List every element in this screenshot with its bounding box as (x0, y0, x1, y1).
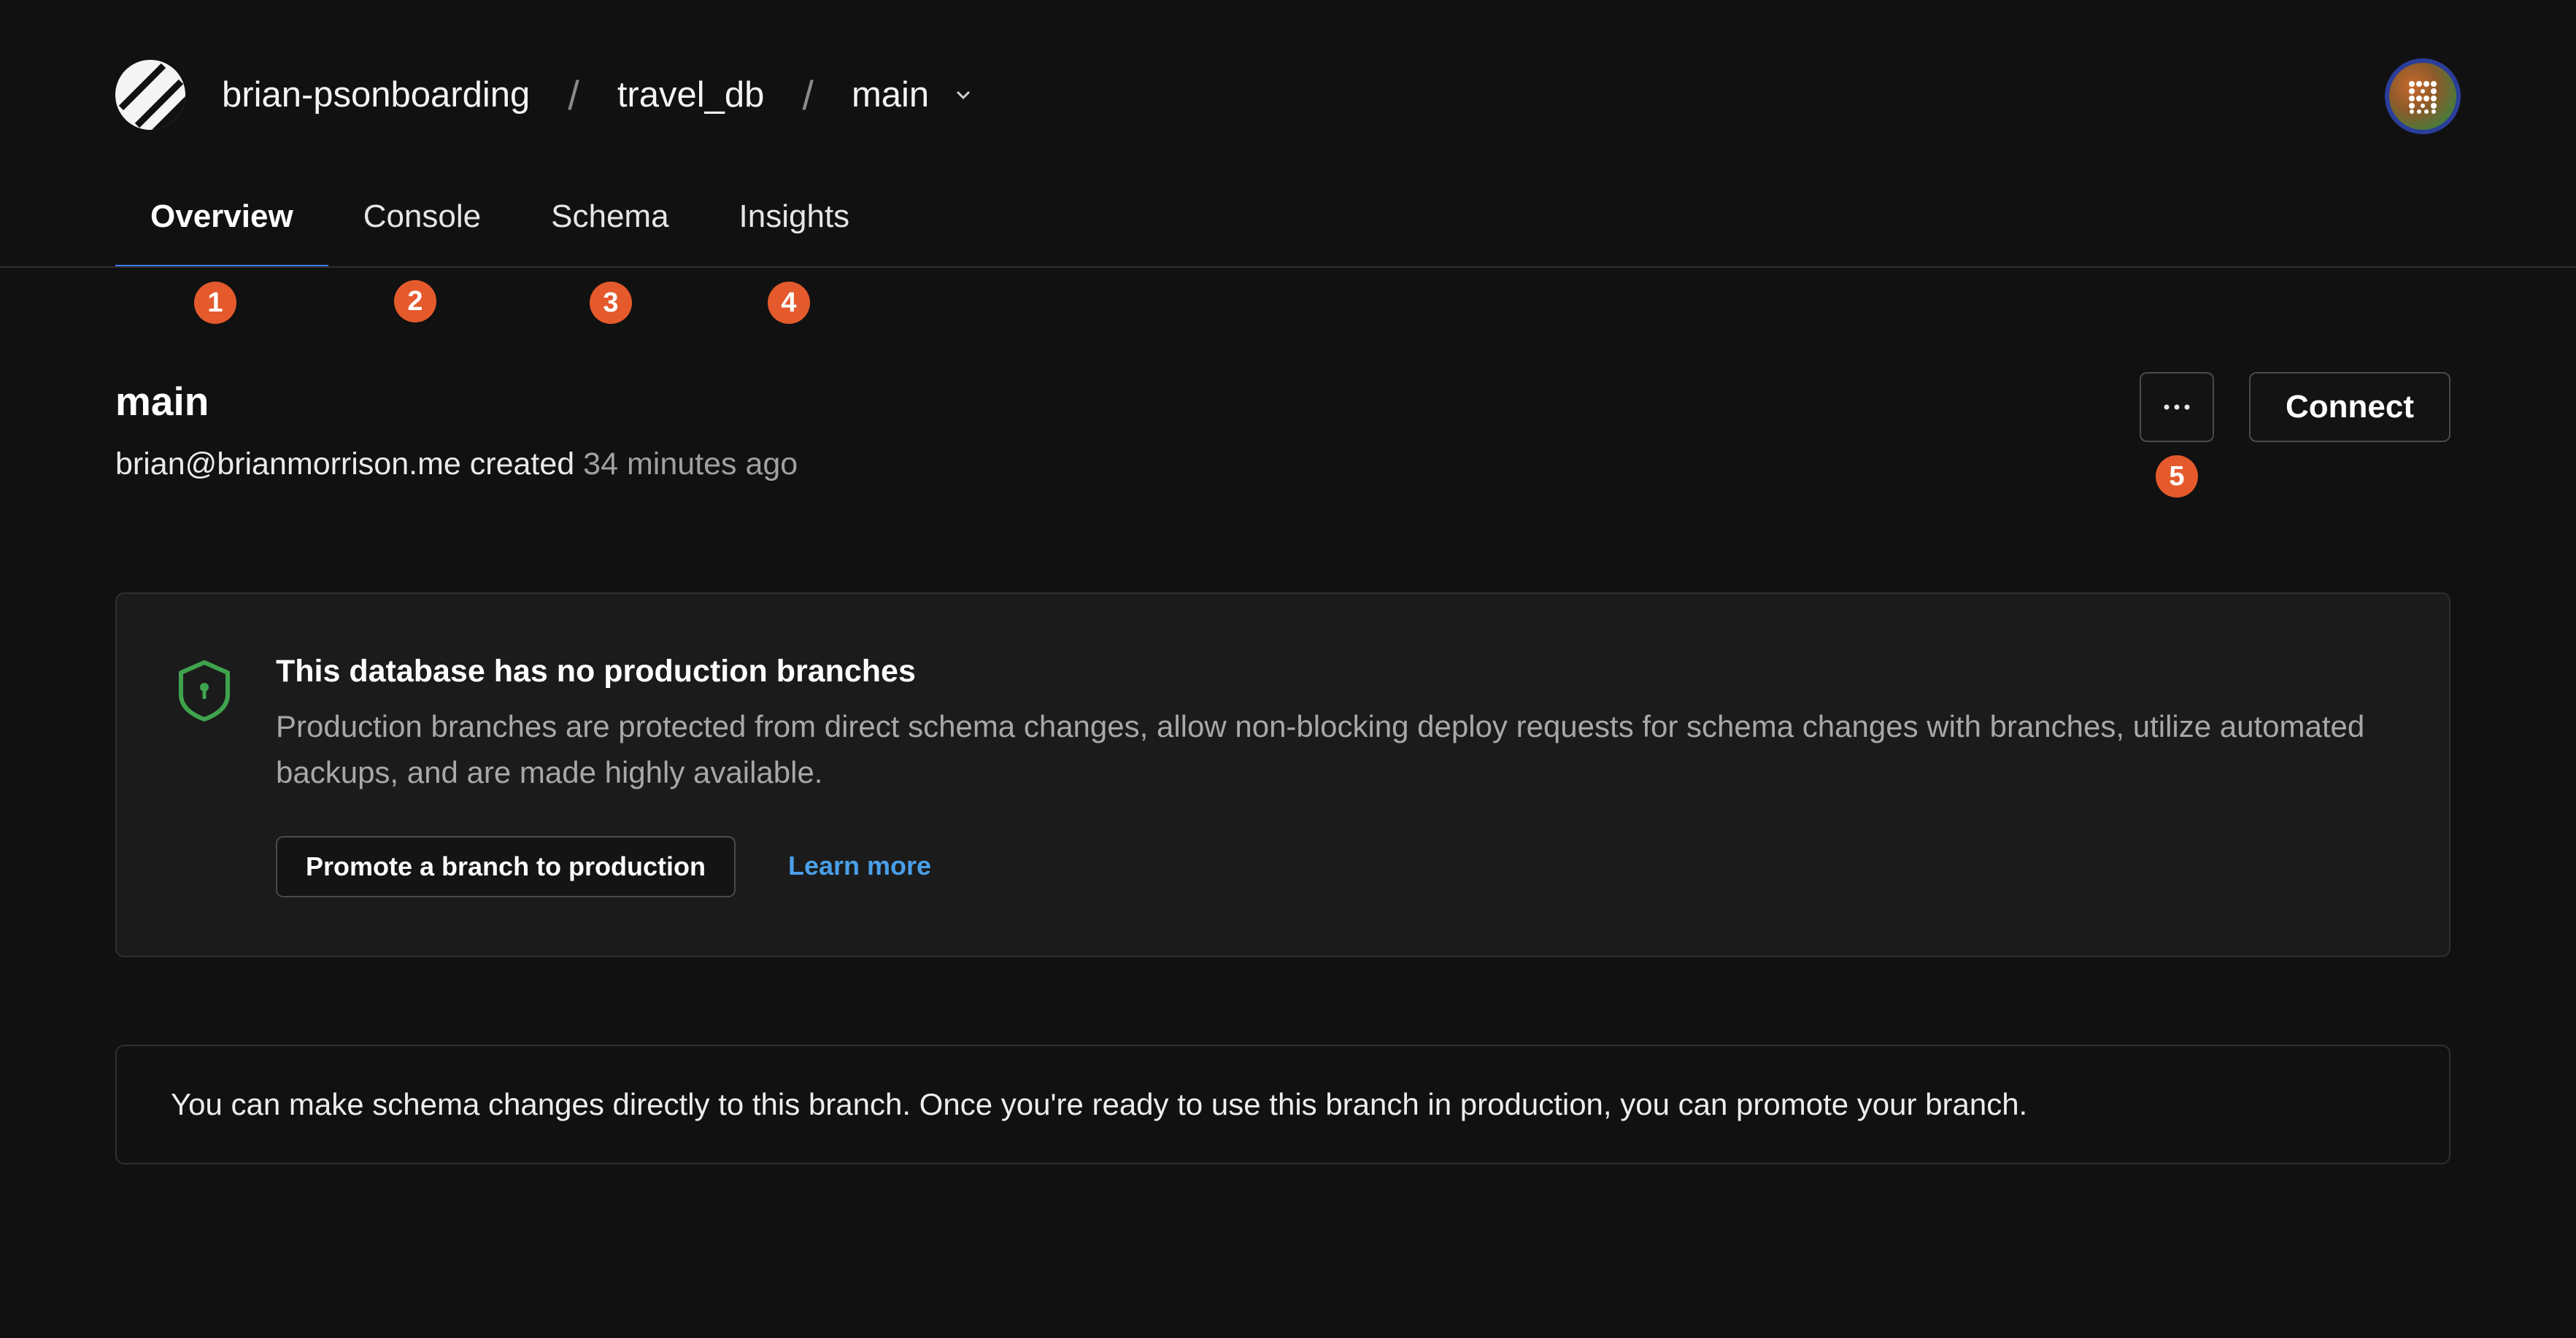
marker-5: 5 (2156, 455, 2198, 498)
notice-title: This database has no production branches (276, 654, 916, 689)
schema-info-box: You can make schema changes directly to … (115, 1045, 2450, 1164)
page: brian-psonboarding / travel_db / main Ov… (0, 0, 2576, 1338)
breadcrumb-separator: / (568, 71, 579, 118)
planetscale-logo-icon[interactable] (115, 60, 185, 130)
tabs-divider (0, 266, 2576, 268)
branch-author: brian@brianmorrison.me (115, 446, 461, 482)
marker-2: 2 (394, 280, 436, 322)
more-options-button[interactable] (2140, 372, 2214, 442)
chevron-down-icon (957, 90, 971, 100)
branch-meta: brian@brianmorrison.me created 34 minute… (115, 446, 798, 482)
marker-1: 1 (194, 282, 236, 324)
tab-bar: Overview Console Schema Insights (115, 182, 885, 268)
page-title: main (115, 379, 209, 424)
production-notice-card: This database has no production branches… (115, 592, 2450, 957)
breadcrumb-branch: main (851, 75, 930, 115)
breadcrumb-separator: / (802, 71, 814, 118)
tab-overview[interactable]: Overview (115, 182, 328, 268)
breadcrumb-org[interactable]: brian-psonboarding (222, 74, 530, 115)
avatar-pattern-icon (2409, 81, 2437, 114)
branch-created-word: created (469, 446, 575, 482)
tab-console[interactable]: Console (328, 182, 516, 267)
marker-4: 4 (768, 282, 810, 324)
schema-info-text: You can make schema changes directly to … (171, 1087, 2028, 1121)
promote-branch-button[interactable]: Promote a branch to production (276, 836, 736, 897)
ellipsis-icon (2164, 404, 2190, 410)
shield-icon (179, 660, 230, 722)
notice-description: Production branches are protected from d… (276, 709, 2365, 789)
avatar[interactable] (2385, 58, 2461, 134)
branch-selector[interactable]: main (852, 74, 973, 115)
tab-schema[interactable]: Schema (516, 182, 703, 267)
tab-insights[interactable]: Insights (704, 182, 885, 267)
connect-button[interactable]: Connect (2249, 372, 2450, 442)
branch-created-time: 34 minutes ago (583, 446, 798, 482)
marker-3: 3 (590, 282, 632, 324)
learn-more-link[interactable]: Learn more (788, 851, 931, 881)
breadcrumb-database[interactable]: travel_db (617, 74, 765, 115)
top-bar: brian-psonboarding / travel_db / main (115, 58, 2461, 134)
